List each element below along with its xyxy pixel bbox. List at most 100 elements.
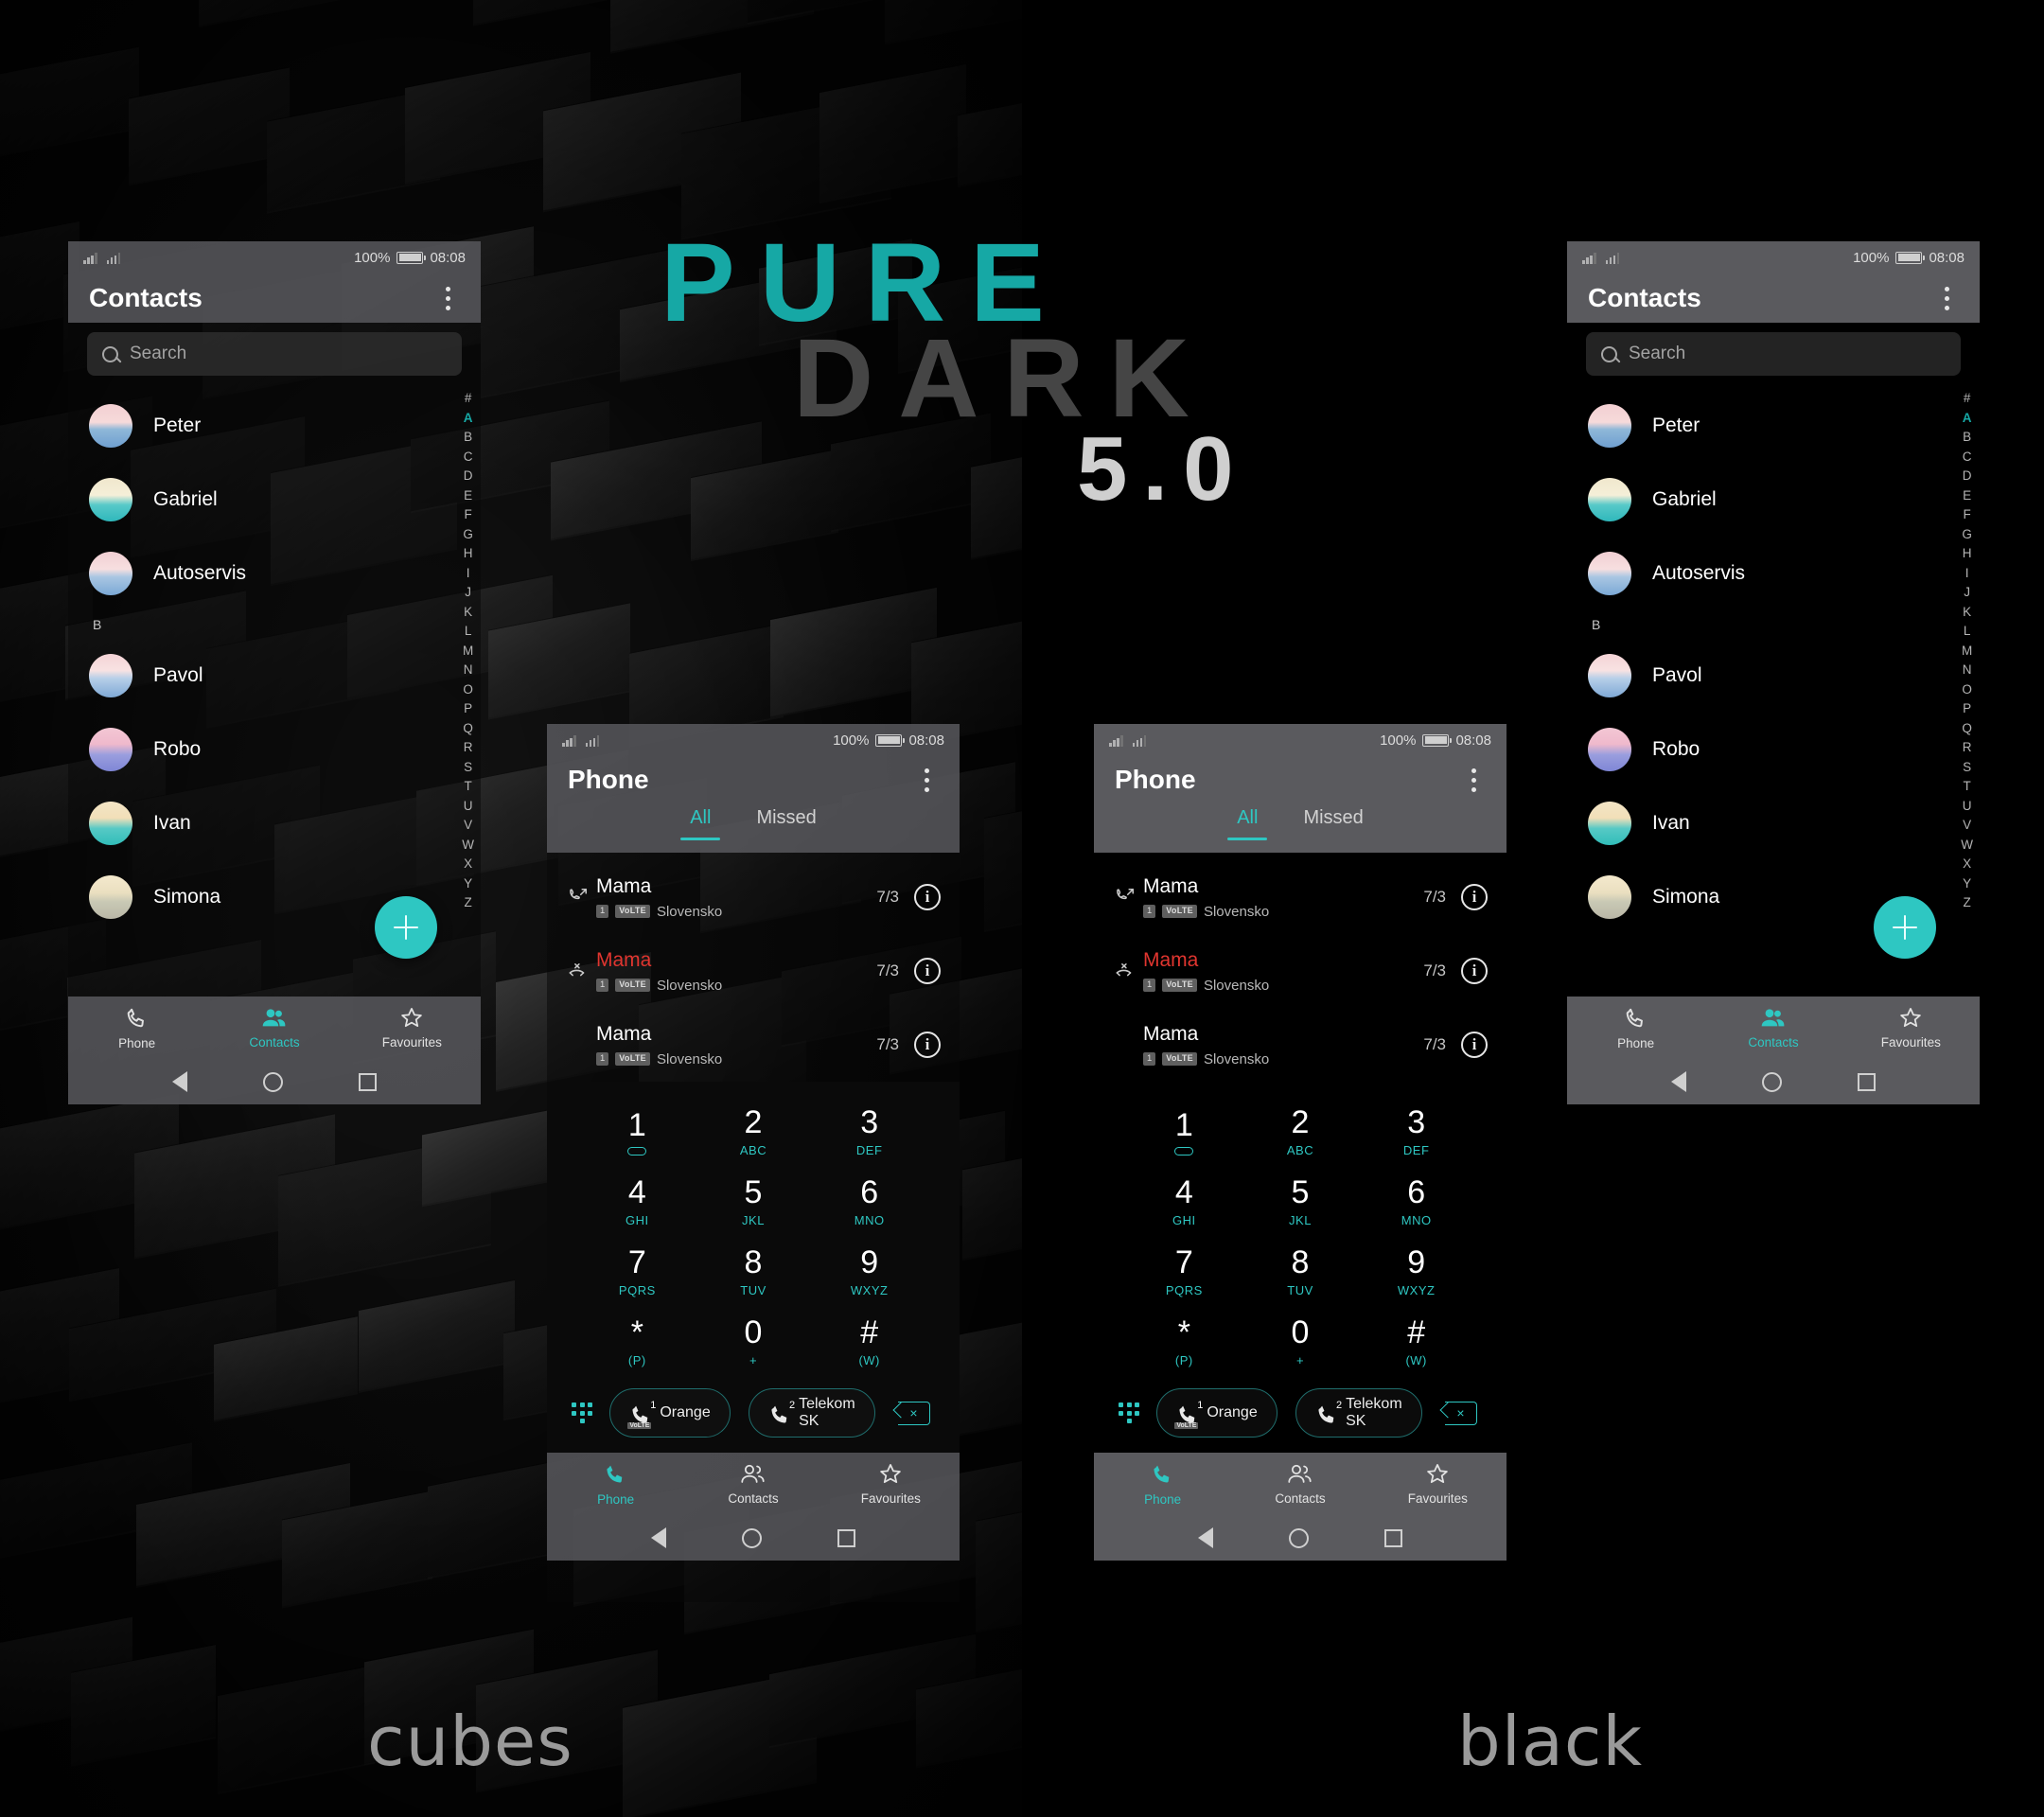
dialpad-key-5[interactable]: 5 JKL [1242,1167,1359,1237]
alphabet-index-letter[interactable]: # [1964,389,1971,409]
contact-row[interactable]: Autoservis [1567,537,1980,610]
recents-button[interactable] [1384,1528,1402,1547]
alphabet-index-letter[interactable]: J [465,583,471,603]
alphabet-index-letter[interactable]: K [464,603,472,623]
dialpad-key-2[interactable]: 2 ABC [696,1097,812,1167]
alphabet-index-letter[interactable]: S [464,758,472,778]
alphabet-index-letter[interactable]: W [1961,836,1973,856]
alphabet-index-letter[interactable]: B [1963,428,1971,448]
add-contact-fab[interactable] [375,896,437,959]
dialpad-key-3[interactable]: 3 DEF [1358,1097,1474,1167]
backspace-button[interactable]: × [892,1400,935,1426]
overflow-menu-button[interactable] [1461,764,1486,796]
dialpad-key-#[interactable]: # (W) [811,1307,927,1377]
alphabet-index-letter[interactable]: N [1963,661,1972,680]
nav-tab-phone[interactable]: Phone [68,997,205,1059]
dialpad-key-6[interactable]: 6 MNO [1358,1167,1474,1237]
call-button-sim2[interactable]: 2 Telekom SK [1295,1388,1422,1438]
call-details-button[interactable]: i [914,884,941,910]
alphabet-index-letter[interactable]: L [1964,622,1971,642]
alphabet-index-letter[interactable]: K [1963,603,1971,623]
alphabet-index-letter[interactable]: C [1963,448,1972,467]
nav-tab-phone[interactable]: Phone [1567,997,1704,1059]
alphabet-index-letter[interactable]: E [464,486,472,506]
home-button[interactable] [263,1071,283,1092]
back-button[interactable] [1671,1071,1686,1092]
alphabet-index-letter[interactable]: Z [1964,893,1971,913]
contact-row[interactable]: Pavol [1567,639,1980,713]
search-input[interactable]: Search [1586,332,1961,376]
call-button-sim1[interactable]: 1 VoLTE Orange [609,1388,731,1438]
alphabet-index-letter[interactable]: H [1963,544,1972,564]
nav-tab-phone[interactable]: Phone [547,1453,684,1515]
alphabet-index-letter[interactable]: Q [1962,719,1972,739]
alphabet-index-letter[interactable]: I [467,564,470,584]
alphabet-index-letter[interactable]: R [464,738,473,758]
back-button[interactable] [1198,1527,1213,1548]
tab-all[interactable]: All [680,807,721,840]
call-details-button[interactable]: i [1461,958,1488,984]
dialpad-key-4[interactable]: 4 GHI [1126,1167,1242,1237]
nav-tab-contacts[interactable]: Contacts [205,997,343,1059]
keypad-toggle-icon[interactable] [1119,1402,1139,1423]
alphabet-index-letter[interactable]: I [1965,564,1969,584]
dialpad-key-1[interactable]: 1 [579,1097,696,1167]
overflow-menu-button[interactable] [914,764,939,796]
contact-row[interactable]: Gabriel [1567,463,1980,537]
call-details-button[interactable]: i [914,1032,941,1058]
overflow-menu-button[interactable] [1934,282,1959,314]
call-details-button[interactable]: i [1461,1032,1488,1058]
alphabet-index-letter[interactable]: X [1963,855,1971,874]
dialpad-key-7[interactable]: 7 PQRS [1126,1237,1242,1307]
home-button[interactable] [742,1527,762,1548]
nav-tab-favourites[interactable]: Favourites [1369,1453,1507,1515]
dialpad-key-*[interactable]: * (P) [1126,1307,1242,1377]
contact-row[interactable]: Ivan [68,786,481,860]
alphabet-index-letter[interactable]: X [464,855,472,874]
dialpad-key-2[interactable]: 2 ABC [1242,1097,1359,1167]
alphabet-index-letter[interactable]: P [464,699,472,719]
home-button[interactable] [1289,1527,1309,1548]
call-log-row[interactable]: Mama 1 VoLTE Slovensko 7/3 i [547,860,960,934]
alphabet-index-letter[interactable]: N [464,661,473,680]
call-details-button[interactable]: i [1461,884,1488,910]
recents-button[interactable] [359,1072,377,1091]
contact-row[interactable]: Peter [68,389,481,463]
call-details-button[interactable]: i [914,958,941,984]
add-contact-fab[interactable] [1874,896,1936,959]
alphabet-index-letter[interactable]: A [464,409,473,429]
alphabet-index-letter[interactable]: A [1963,409,1972,429]
home-button[interactable] [1762,1071,1782,1092]
call-log-row[interactable]: Mama 1 VoLTE Slovensko 7/3 i [547,1008,960,1082]
nav-tab-favourites[interactable]: Favourites [822,1453,960,1515]
alphabet-index-letter[interactable]: U [1963,797,1972,817]
alphabet-index-letter[interactable]: T [1964,777,1971,797]
recents-button[interactable] [1858,1072,1876,1091]
contact-row[interactable]: Peter [1567,389,1980,463]
alphabet-index-letter[interactable]: F [1964,505,1971,525]
dialpad-key-0[interactable]: 0 + [696,1307,812,1377]
alphabet-index-letter[interactable]: T [465,777,472,797]
call-log-row[interactable]: Mama 1 VoLTE Slovensko 7/3 i [1094,934,1507,1008]
contact-row[interactable]: Pavol [68,639,481,713]
contact-row[interactable]: Gabriel [68,463,481,537]
alphabet-index-letter[interactable]: O [1962,680,1972,700]
alphabet-index-letter[interactable]: J [1964,583,1970,603]
alphabet-index-letter[interactable]: D [1963,467,1972,486]
alphabet-index[interactable]: # A B C D E F G H I J K L M N O P Q R S T U V W X Y Z [462,389,474,913]
tab-missed[interactable]: Missed [756,807,816,837]
alphabet-index-letter[interactable]: E [1963,486,1971,506]
contact-row[interactable]: Robo [68,713,481,786]
alphabet-index-letter[interactable]: C [464,448,473,467]
alphabet-index-letter[interactable]: L [465,622,472,642]
alphabet-index-letter[interactable]: D [464,467,473,486]
contact-row[interactable]: Ivan [1567,786,1980,860]
call-button-sim2[interactable]: 2 Telekom SK [749,1388,875,1438]
dialpad-key-6[interactable]: 6 MNO [811,1167,927,1237]
alphabet-index-letter[interactable]: R [1963,738,1972,758]
keypad-toggle-icon[interactable] [572,1402,592,1423]
nav-tab-favourites[interactable]: Favourites [1842,997,1980,1059]
search-input[interactable]: Search [87,332,462,376]
dialpad-key-4[interactable]: 4 GHI [579,1167,696,1237]
backspace-button[interactable]: × [1439,1400,1482,1426]
